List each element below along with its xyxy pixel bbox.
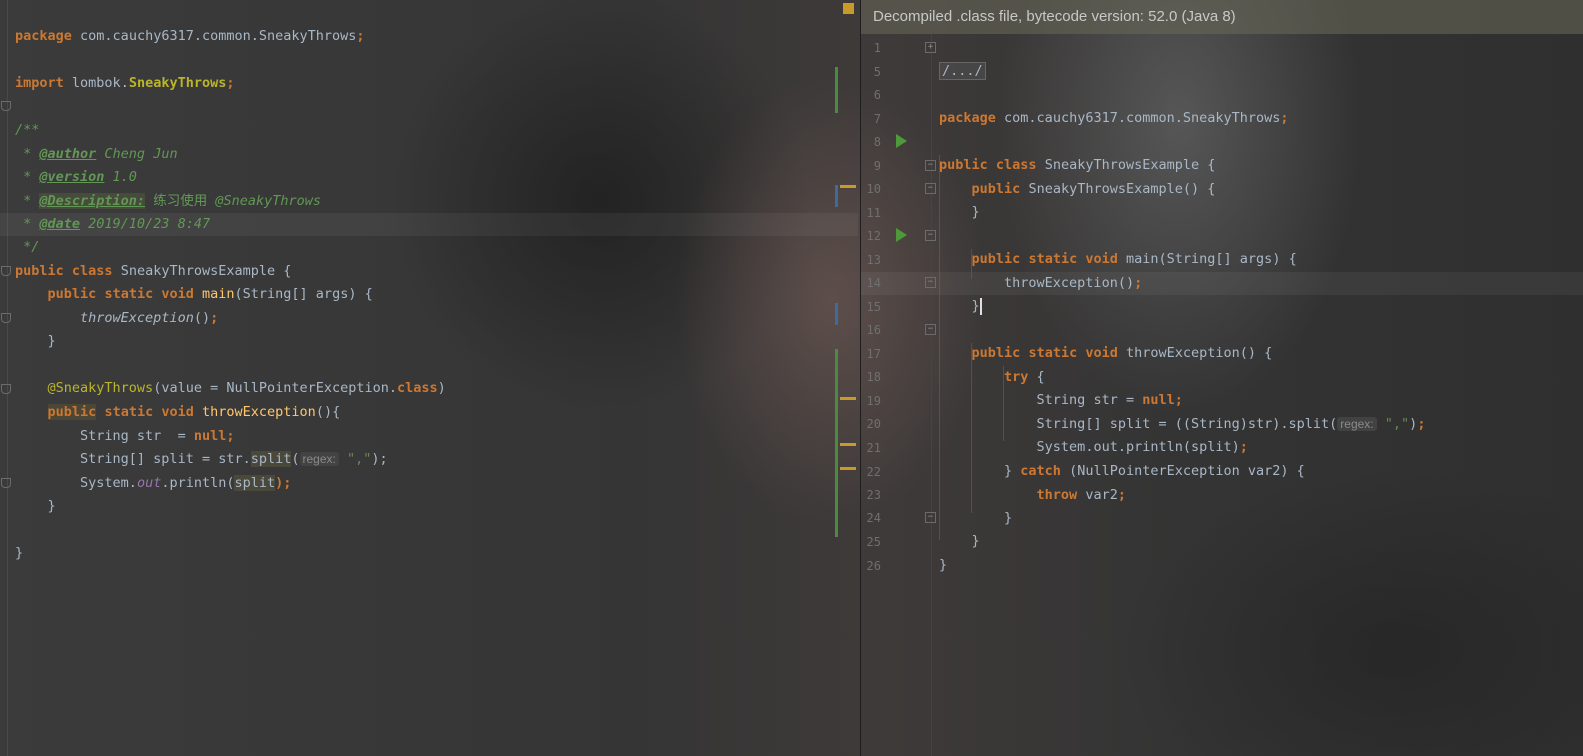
code-line-close-class[interactable]: } [0, 519, 858, 561]
code-line-import[interactable]: import lombok.SneakyThrows; [0, 49, 858, 91]
fold-icon[interactable] [1, 101, 11, 111]
keyword: package [939, 110, 996, 126]
semicolon: ; [1280, 110, 1289, 126]
brace: } [939, 557, 948, 573]
import-class: SneakyThrows [128, 75, 227, 91]
fold-icon[interactable] [1, 384, 11, 394]
code-line-try[interactable]: try { [861, 343, 1583, 385]
change-marker[interactable] [835, 349, 838, 537]
semicolon: ; [226, 75, 235, 91]
code-line-comment-close[interactable]: */ [0, 213, 858, 255]
folded-region[interactable]: /.../ [939, 62, 986, 80]
code-line-version[interactable]: * @version 1.0 [0, 143, 858, 185]
keyword: package [15, 28, 72, 44]
code-line-split[interactable]: String[] split = ((String)str).split(reg… [861, 390, 1583, 432]
code-line-package[interactable]: package com.cauchy6317.common.SneakyThro… [0, 2, 858, 44]
warning-marker[interactable] [840, 467, 856, 470]
warning-marker[interactable] [840, 185, 856, 188]
code-line-description[interactable]: * @Description: 练习使用 @SneakyThrows [0, 167, 858, 209]
code-line-main-decl[interactable]: public static void main(String[] args) { [861, 225, 1583, 267]
semicolon: ; [356, 28, 365, 44]
code-line-catch[interactable]: } catch (NullPointerException var2) { [861, 437, 1583, 479]
source-editor-pane[interactable]: package com.cauchy6317.common.SneakyThro… [0, 0, 858, 756]
code-line-close-main[interactable]: } [861, 272, 1583, 315]
code-line-author[interactable]: * @author Cheng Jun [0, 120, 858, 162]
warning-marker[interactable] [840, 443, 856, 446]
code-line-close-throw[interactable]: } [861, 507, 1583, 549]
code-line-class-decl[interactable]: public class SneakyThrowsExample { [861, 131, 1583, 173]
code-line-date[interactable]: * @date 2019/10/23 8:47 [0, 190, 858, 232]
warning-indicator-icon[interactable] [843, 3, 854, 14]
fold-icon[interactable] [1, 266, 11, 276]
code-line-call[interactable]: throwException(); [861, 249, 1583, 291]
code-line-folded-header[interactable]: /.../ [861, 37, 1583, 80]
code-line-throw-decl[interactable]: public static void throwException() { [861, 319, 1583, 361]
brace: } [47, 498, 56, 514]
brace: } [971, 298, 980, 314]
text-caret [979, 297, 982, 315]
package-name: com.cauchy6317.common.SneakyThrows [1004, 110, 1281, 126]
code-line-close-catch[interactable]: } [861, 484, 1583, 526]
fold-icon[interactable] [1, 478, 11, 488]
code-line-comment-open[interactable]: /** [0, 96, 858, 138]
code-line-close-ctor[interactable]: } [861, 178, 1583, 220]
code-line-print[interactable]: System.out.println(split); [0, 449, 858, 491]
code-line-constructor[interactable]: public SneakyThrowsExample() { [861, 155, 1583, 197]
brace: } [971, 204, 980, 220]
brace: } [15, 545, 24, 561]
change-marker[interactable] [835, 67, 838, 113]
import-package: lombok. [71, 75, 129, 91]
fold-icon[interactable] [1, 313, 11, 323]
code-line-main-decl[interactable]: public static void main(String[] args) { [0, 260, 858, 302]
change-marker[interactable] [835, 303, 838, 325]
keyword: import [15, 75, 64, 91]
package-name: com.cauchy6317.common.SneakyThrows [80, 28, 357, 44]
code-line-close-class[interactable]: } [861, 531, 1583, 573]
decompiled-editor-pane[interactable]: Decompiled .class file, bytecode version… [860, 0, 1583, 756]
code-line-close-throw[interactable]: } [0, 472, 858, 514]
warning-marker[interactable] [840, 397, 856, 400]
code-line-str[interactable]: String str = null; [861, 366, 1583, 408]
code-line-main-call[interactable]: throwException(); [0, 284, 858, 326]
brace: } [47, 333, 56, 349]
code-line-annotation[interactable]: @SneakyThrows(value = NullPointerExcepti… [0, 354, 858, 396]
code-line-package[interactable]: package com.cauchy6317.common.SneakyThro… [861, 84, 1583, 126]
code-line-rethrow[interactable]: throw var2; [861, 461, 1583, 503]
code-line-print[interactable]: System.out.println(split); [861, 413, 1583, 455]
code-line-split[interactable]: String[] split = str.split(regex: ","); [0, 425, 858, 467]
code-line-close-main[interactable]: } [0, 307, 858, 349]
change-marker[interactable] [835, 185, 838, 207]
code-line-str[interactable]: String str = null; [0, 402, 858, 444]
code-line-class-decl[interactable]: public class SneakyThrowsExample { [0, 237, 858, 279]
decompiled-banner: Decompiled .class file, bytecode version… [861, 0, 1583, 34]
code-line-throw-decl[interactable]: public static void throwException(){ [0, 378, 858, 420]
